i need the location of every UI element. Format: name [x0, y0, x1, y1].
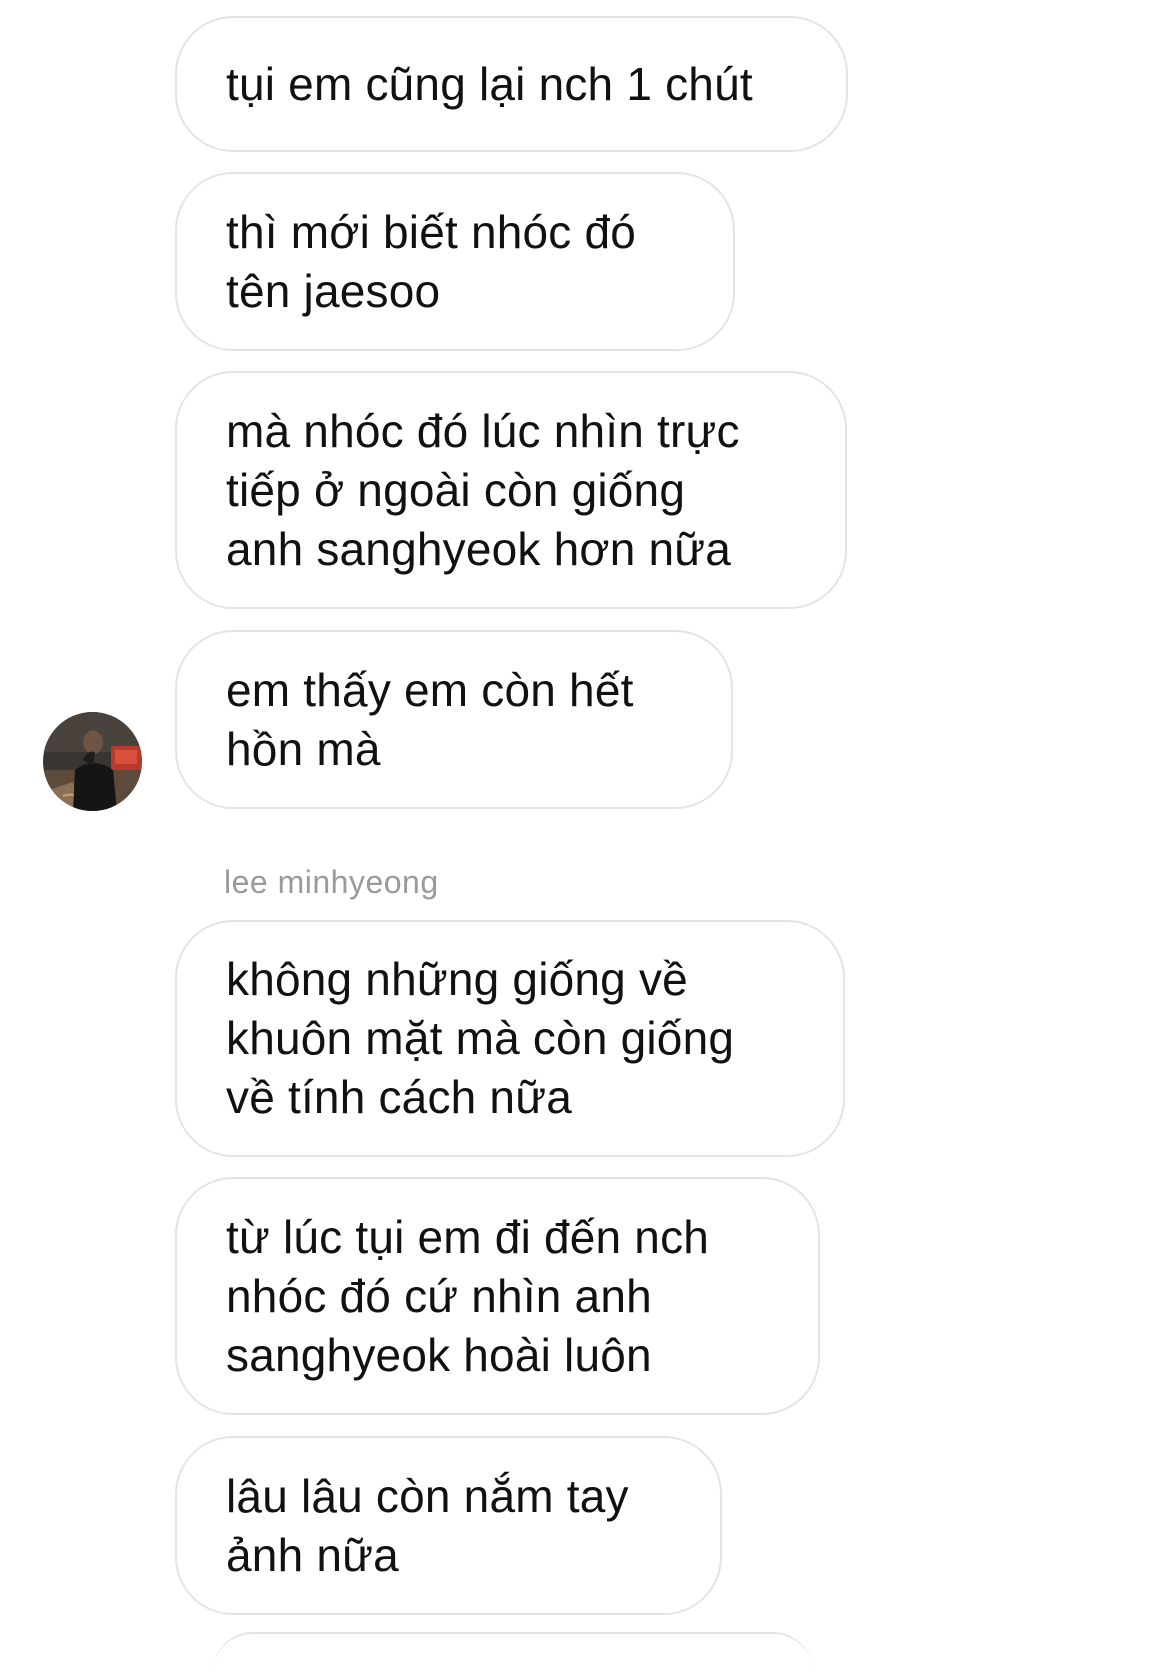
- message-text: mà nhóc đó lúc nhìn trực tiếp ở ngoài cò…: [226, 404, 740, 575]
- message-bubble-1[interactable]: tụi em cũng lại nch 1 chút: [175, 16, 848, 152]
- message-bubble-partial[interactable]: [213, 1632, 813, 1674]
- message-bubble-2[interactable]: thì mới biết nhóc đó tên jaesoo: [175, 172, 735, 351]
- avatar-image: [43, 712, 142, 811]
- message-bubble-7[interactable]: lâu lâu còn nắm tay ảnh nữa: [175, 1436, 722, 1615]
- avatar[interactable]: [43, 712, 142, 811]
- message-bubble-5[interactable]: không những giống về khuôn mặt mà còn gi…: [175, 920, 845, 1157]
- message-text: tụi em cũng lại nch 1 chút: [226, 57, 753, 110]
- message-bubble-6[interactable]: từ lúc tụi em đi đến nch nhóc đó cứ nhìn…: [175, 1177, 820, 1415]
- message-text: em thấy em còn hết hồn mà: [226, 663, 634, 775]
- message-bubble-4[interactable]: em thấy em còn hết hồn mà: [175, 630, 733, 809]
- message-text: lâu lâu còn nắm tay ảnh nữa: [226, 1469, 629, 1581]
- sender-name: lee minhyeong: [224, 864, 439, 900]
- message-text: thì mới biết nhóc đó tên jaesoo: [226, 205, 637, 317]
- message-text: không những giống về khuôn mặt mà còn gi…: [226, 953, 735, 1123]
- message-bubble-3[interactable]: mà nhóc đó lúc nhìn trực tiếp ở ngoài cò…: [175, 371, 847, 609]
- message-text: từ lúc tụi em đi đến nch nhóc đó cứ nhìn…: [226, 1210, 710, 1381]
